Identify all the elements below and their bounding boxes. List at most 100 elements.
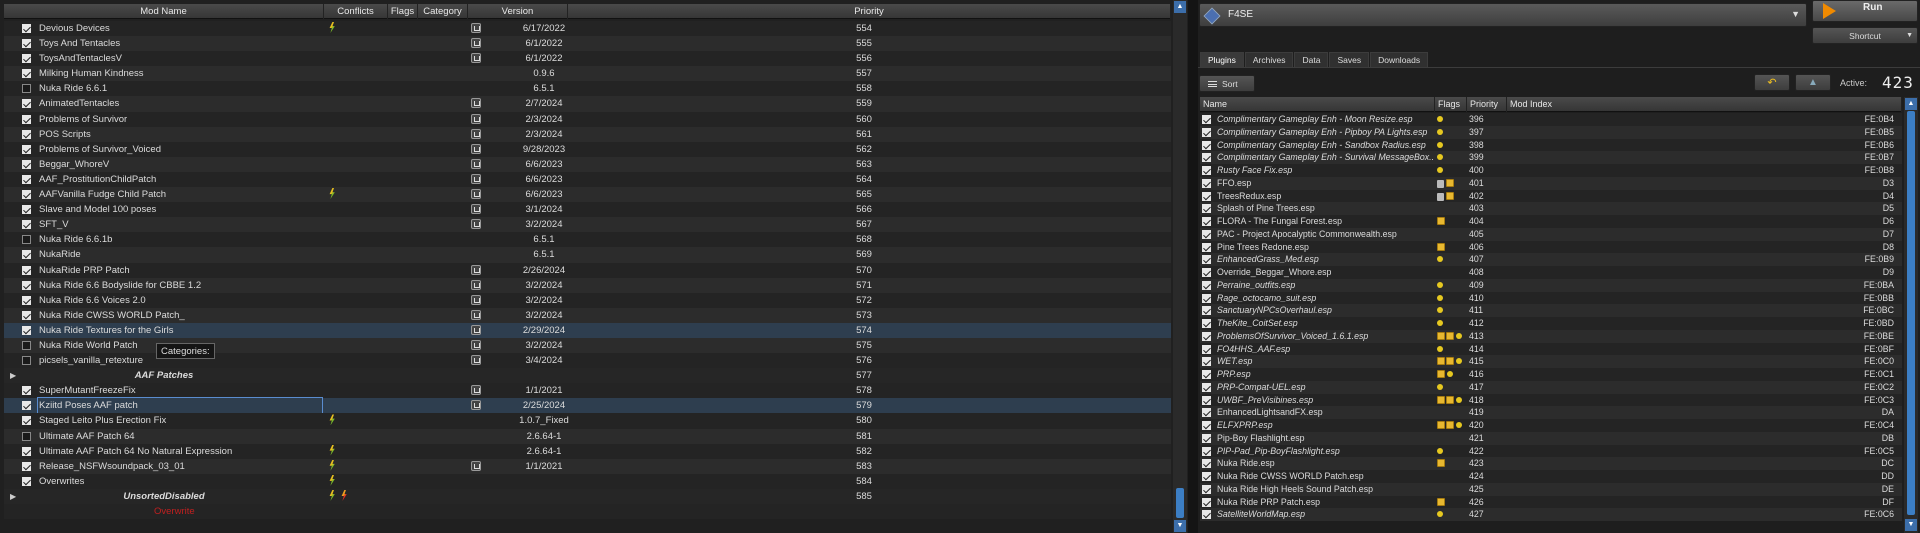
- mod-row[interactable]: Overwrites 584: [4, 473, 1171, 489]
- plugin-checkbox[interactable]: [1202, 459, 1211, 469]
- mod-checkbox[interactable]: [22, 401, 31, 411]
- mod-row[interactable]: Nuka Ride 6.6 Voices 2.0 3/2/2024 572: [4, 292, 1171, 308]
- plugin-checkbox[interactable]: [1202, 433, 1211, 443]
- plugin-row[interactable]: Override_Beggar_Whore.esp 408 D9: [1200, 266, 1902, 279]
- mod-checkbox[interactable]: [22, 340, 31, 350]
- plugin-row[interactable]: SatelliteWorldMap.esp 427 FE:0C6: [1200, 508, 1902, 521]
- mod-row[interactable]: NukaRide 6.5.1 569: [4, 247, 1171, 263]
- mod-checkbox[interactable]: [22, 220, 31, 230]
- mod-row[interactable]: Devious Devices 6/17/2022 554: [4, 21, 1171, 37]
- plugin-checkbox[interactable]: [1202, 242, 1211, 252]
- mod-row[interactable]: Nuka Ride 6.6.1b 6.5.1 568: [4, 232, 1171, 248]
- plugin-checkbox[interactable]: [1202, 331, 1211, 341]
- scroll-down-icon[interactable]: ▼: [1174, 520, 1186, 532]
- col-version[interactable]: Version: [468, 4, 568, 19]
- plugin-checkbox[interactable]: [1202, 166, 1211, 175]
- mod-row[interactable]: AAFVanilla Fudge Child Patch 6/6/2023 565: [4, 187, 1171, 203]
- plugin-row[interactable]: Complimentary Gameplay Enh - Moon Resize…: [1200, 113, 1902, 126]
- mod-row[interactable]: Nuka Ride 6.6.1 6.5.1 558: [4, 81, 1171, 97]
- mod-checkbox[interactable]: [22, 129, 31, 139]
- mod-checkbox[interactable]: [22, 310, 31, 320]
- mod-checkbox[interactable]: [22, 250, 31, 260]
- mod-checkbox[interactable]: [22, 461, 31, 471]
- plugin-checkbox[interactable]: [1202, 293, 1211, 303]
- plugin-checkbox[interactable]: [1202, 357, 1211, 367]
- mod-checkbox[interactable]: [22, 295, 31, 305]
- mod-checkbox[interactable]: [22, 39, 31, 49]
- restore-backup-button[interactable]: ▲: [1795, 74, 1831, 91]
- mod-row[interactable]: Kziitd Poses AAF patch 2/25/2024 579: [4, 397, 1171, 415]
- mod-checkbox[interactable]: [22, 235, 31, 245]
- separator-row[interactable]: ▶ UnsortedDisabled 585: [4, 488, 1171, 504]
- mod-row[interactable]: Problems of Survivor 2/3/2024 560: [4, 111, 1171, 127]
- plugin-row[interactable]: PRP.esp 416 FE:0C1: [1200, 368, 1902, 381]
- mod-checkbox[interactable]: [22, 356, 31, 366]
- undo-button[interactable]: ↶: [1754, 74, 1790, 91]
- plugin-checkbox[interactable]: [1202, 153, 1211, 163]
- plugin-checkbox[interactable]: [1202, 191, 1211, 201]
- scroll-up-icon[interactable]: ▲: [1905, 98, 1917, 110]
- sort-button[interactable]: Sort: [1199, 75, 1255, 92]
- tab-saves[interactable]: Saves: [1329, 52, 1370, 67]
- plugin-row[interactable]: FFO.esp 401 D3: [1200, 176, 1902, 190]
- separator-row[interactable]: ▶ AAF Patches 577: [4, 368, 1171, 384]
- plugin-row[interactable]: FLORA - The Fungal Forest.esp 404 D6: [1200, 215, 1902, 228]
- plugin-row[interactable]: WET.esp 415 FE:0C0: [1200, 355, 1902, 368]
- mod-row[interactable]: Nuka Ride Textures for the Girls 2/29/202…: [4, 322, 1171, 338]
- plugin-row[interactable]: Splash of Pine Trees.esp 403 D5: [1200, 202, 1902, 215]
- mod-row[interactable]: Nuka Ride CWSS WORLD Patch_ 3/2/2024 573: [4, 307, 1171, 323]
- col-flags[interactable]: Flags: [1435, 97, 1467, 112]
- plugin-checkbox[interactable]: [1202, 140, 1211, 150]
- executable-select[interactable]: F4SE ▼: [1199, 3, 1807, 27]
- plugin-row[interactable]: Rage_octocamo_suit.esp 410 FE:0BB: [1200, 291, 1902, 305]
- tab-archives[interactable]: Archives: [1244, 52, 1294, 67]
- plugin-row[interactable]: Nuka Ride CWSS WORLD Patch.esp 424 DD: [1200, 470, 1902, 483]
- mod-checkbox[interactable]: [22, 54, 31, 64]
- mod-checkbox[interactable]: [22, 280, 31, 290]
- mod-checkbox[interactable]: [22, 205, 31, 215]
- plugin-row[interactable]: Pine Trees Redone.esp 406 D8: [1200, 240, 1902, 254]
- plugin-row[interactable]: Pip-Boy Flashlight.esp 421 DB: [1200, 431, 1902, 445]
- mod-row[interactable]: ToysAndTentaclesV 6/1/2022 556: [4, 51, 1171, 67]
- plugin-checkbox[interactable]: [1202, 115, 1211, 124]
- mod-checkbox[interactable]: [22, 144, 31, 154]
- plugin-row[interactable]: ELFXPRP.esp 420 FE:0C4: [1200, 419, 1902, 432]
- plugin-row[interactable]: PIP-Pad_Pip-BoyFlashlight.esp 422 FE:0C5: [1200, 444, 1902, 458]
- col-name[interactable]: Name: [1200, 97, 1435, 112]
- mod-row[interactable]: AnimatedTentacles 2/7/2024 559: [4, 96, 1171, 112]
- mod-row[interactable]: SuperMutantFreezeFix 1/1/2021 578: [4, 383, 1171, 399]
- plugin-row[interactable]: FO4HHS_AAF.esp 414 FE:0BF: [1200, 342, 1902, 356]
- col-mod-index[interactable]: Mod Index: [1507, 97, 1902, 112]
- plugin-checkbox[interactable]: [1202, 370, 1211, 379]
- mod-checkbox[interactable]: [22, 265, 31, 275]
- mod-row[interactable]: SFT_V 3/2/2024 567: [4, 217, 1171, 233]
- plugin-checkbox[interactable]: [1202, 344, 1211, 354]
- scroll-down-icon[interactable]: ▼: [1905, 519, 1917, 531]
- plugin-row[interactable]: SanctuaryNPCsOverhaul.esp 411 FE:0BC: [1200, 304, 1902, 317]
- col-priority[interactable]: Priority: [568, 4, 1171, 19]
- plugin-checkbox[interactable]: [1202, 229, 1211, 239]
- mod-row[interactable]: POS Scripts 2/3/2024 561: [4, 126, 1171, 142]
- plugin-row[interactable]: PAC - Project Apocalyptic Commonwealth.e…: [1200, 227, 1902, 241]
- mod-checkbox[interactable]: [22, 99, 31, 109]
- splitter[interactable]: [1188, 0, 1198, 533]
- mod-list-scrollbar[interactable]: ▲ ▼: [1173, 0, 1187, 533]
- plugin-checkbox[interactable]: [1202, 127, 1211, 137]
- mod-row[interactable]: Ultimate AAF Patch 64 No Natural Express…: [4, 443, 1171, 459]
- mod-checkbox[interactable]: [22, 416, 31, 426]
- overwrite-row[interactable]: Overwrite: [4, 504, 1171, 520]
- col-conflicts[interactable]: Conflicts: [324, 4, 388, 19]
- plugin-checkbox[interactable]: [1202, 204, 1211, 214]
- col-flags[interactable]: Flags: [388, 4, 418, 19]
- tab-downloads[interactable]: Downloads: [1370, 52, 1429, 67]
- mod-row[interactable]: Milking Human Kindness 0.9.6 557: [4, 66, 1171, 82]
- run-button[interactable]: Run: [1812, 0, 1918, 22]
- plugin-checkbox[interactable]: [1202, 408, 1211, 418]
- plugin-checkbox[interactable]: [1202, 217, 1211, 226]
- plugin-row[interactable]: TreesRedux.esp 402 D4: [1200, 189, 1902, 203]
- mod-checkbox[interactable]: [22, 84, 31, 94]
- mod-row[interactable]: Staged Leito Plus Erection Fix 1.0.7_Fixe…: [4, 413, 1171, 429]
- mod-checkbox[interactable]: [22, 159, 31, 169]
- plugin-row[interactable]: Complimentary Gameplay Enh - Pipboy PA L…: [1200, 125, 1902, 139]
- plugin-checkbox[interactable]: [1202, 472, 1211, 481]
